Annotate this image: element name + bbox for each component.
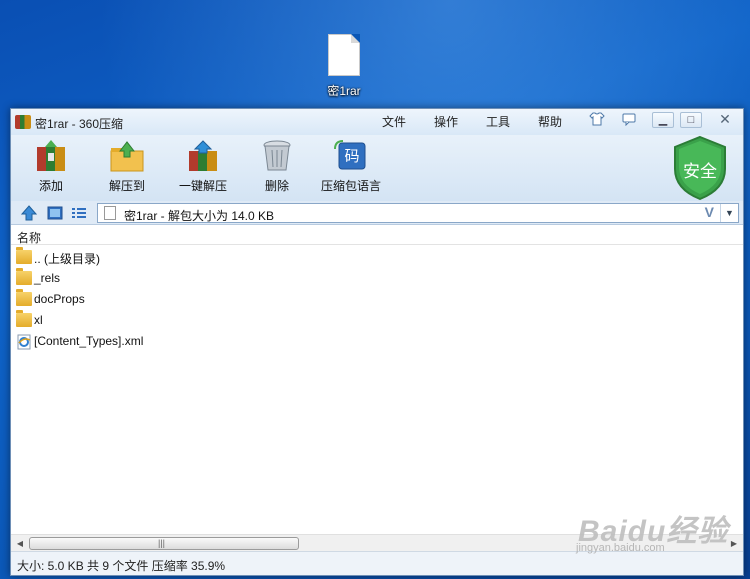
up-arrow-icon[interactable] [20,205,38,221]
column-name-header[interactable]: 名称 [17,229,41,246]
archive-file-icon [104,206,116,220]
toolbar: 添加 解压到 一键解压 删除 码 压缩包语言 安全 [11,135,743,201]
list-item-content-types[interactable]: [Content_Types].xml [11,331,743,352]
add-archive-icon [33,139,69,173]
menu-help[interactable]: 帮助 [538,113,562,130]
status-text: 大小: 5.0 KB 共 9 个文件 压缩率 35.9% [17,559,226,573]
menu-file[interactable]: 文件 [382,113,406,130]
list-item-docprops[interactable]: docProps [11,289,743,310]
list-item-xl[interactable]: xl [11,310,743,331]
feedback-icon[interactable] [618,112,640,130]
folder-icon [16,268,32,285]
list-item-label: xl [34,313,43,327]
list-item-label: [Content_Types].xml [34,334,144,348]
skin-shirt-icon[interactable] [586,112,608,130]
scroll-thumb[interactable]: ||| [29,537,299,550]
address-path: 密1rar - 解包大小为 14.0 KB [124,209,275,223]
one-click-extract-button[interactable]: 一键解压 [177,139,229,194]
folder-icon [16,310,32,327]
list-item-label: _rels [34,271,61,285]
delete-button[interactable]: 删除 [257,139,297,194]
add-button[interactable]: 添加 [31,139,71,194]
extract-to-label: 解压到 [108,179,145,193]
title-bar: 密1rar - 360压缩 文件 操作 工具 帮助 ▁ □ ✕ [11,109,743,135]
baidu-watermark: Baidu经验 jingyan.baidu.com [574,500,744,560]
archive-language-icon: 码 [333,139,369,173]
xml-file-icon [16,334,32,350]
extract-to-button[interactable]: 解压到 [107,139,147,194]
minimize-icon: ▁ [658,114,668,126]
file-list: .. (上级目录) _rels docProps xl [Content_Typ… [11,247,743,352]
scroll-left-arrow-icon[interactable]: ◀ [13,537,27,550]
menu-tools[interactable]: 工具 [486,113,510,130]
address-field[interactable]: 密1rar - 解包大小为 14.0 KB V ▼ [97,203,739,223]
file-icon [328,34,360,76]
one-click-extract-label: 一键解压 [178,179,227,193]
address-bar: 密1rar - 解包大小为 14.0 KB V ▼ [11,201,743,225]
list-item-rels[interactable]: _rels [11,268,743,289]
list-item-label: .. (上级目录) [34,252,100,266]
list-header: 名称 [11,227,743,245]
delete-label: 删除 [264,179,289,193]
archive-language-label: 压缩包语言 [320,179,381,193]
list-item-label: docProps [34,292,85,306]
view-thumbnail-icon[interactable] [47,205,63,221]
delete-icon [259,139,295,173]
archive-language-button[interactable]: 码 压缩包语言 [319,139,383,194]
desktop-file-label: 密1rar [327,84,361,98]
close-icon: ✕ [719,111,731,127]
address-dropdown-button[interactable]: ▼ [720,204,738,222]
folder-icon [16,289,32,306]
extract-to-icon [109,139,145,173]
language-glyph: 码 [344,147,359,165]
list-item-parent[interactable]: .. (上级目录) [11,247,743,268]
watermark-sub: jingyan.baidu.com [576,542,665,554]
close-button[interactable]: ✕ [714,112,736,128]
desktop-file-icon[interactable]: 密1rar [318,34,370,99]
v-badge-icon: V [704,204,714,220]
maximize-icon: □ [687,114,695,126]
add-label: 添加 [38,179,63,193]
folder-icon [16,247,32,264]
maximize-button[interactable]: □ [680,112,702,128]
view-list-icon[interactable] [71,205,87,221]
window-title: 密1rar - 360压缩 [35,117,124,131]
one-click-extract-icon [185,139,221,173]
minimize-button[interactable]: ▁ [652,112,674,128]
shield-label: 安全 [683,162,717,181]
app-logo-icon [15,115,31,129]
menu-operate[interactable]: 操作 [434,113,458,130]
security-shield[interactable]: 安全 [671,135,729,201]
grip-icon: ||| [158,538,166,548]
